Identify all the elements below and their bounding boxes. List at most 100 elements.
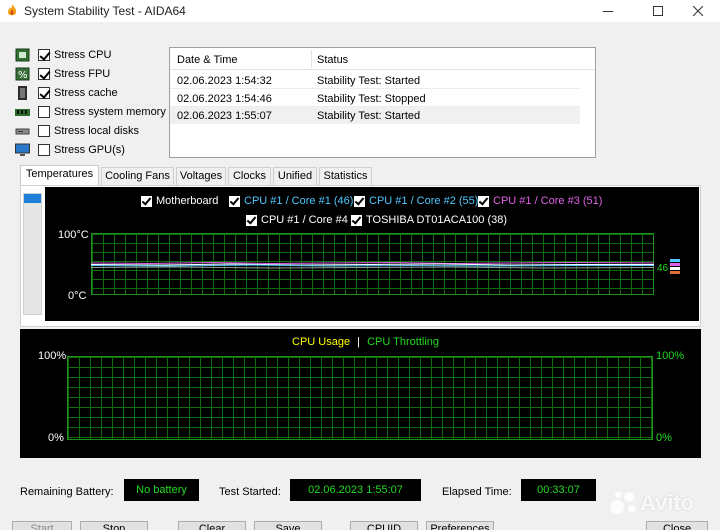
log-column-status[interactable]: Status (317, 54, 348, 66)
temp-axis-min: 0°C (68, 290, 87, 302)
close-icon (692, 6, 703, 16)
stress-disks-label: Stress local disks (54, 124, 139, 137)
tab-statistics[interactable]: Statistics (319, 167, 372, 185)
avito-logo-icon (610, 492, 636, 514)
legend-label: TOSHIBA DT01ACA100 (38) (366, 214, 508, 226)
cpu-title-separator: | (357, 336, 360, 348)
stress-cpu-option[interactable]: Stress CPU (15, 46, 175, 63)
log-status: Stability Test: Started (317, 75, 421, 87)
save-button[interactable]: Save (254, 521, 322, 530)
legend-checkbox[interactable] (141, 195, 152, 207)
log-time: 02.06.2023 1:55:07 (177, 110, 272, 122)
clear-button[interactable]: Clear (178, 521, 246, 530)
log-time: 02.06.2023 1:54:46 (177, 93, 272, 105)
stress-gpu-checkbox[interactable] (38, 143, 50, 156)
stress-gpu-label: Stress GPU(s) (54, 143, 125, 156)
legend-core1[interactable]: CPU #1 / Core #1 (46) (229, 195, 353, 207)
close-window-button[interactable] (675, 0, 720, 22)
cpu-usage-grid (67, 356, 653, 440)
cpu-chip-icon (15, 48, 30, 62)
cpu-usage-title: CPU Usage (292, 336, 351, 348)
legend-checkbox[interactable] (351, 214, 362, 226)
log-header: Date & Time Status (170, 48, 595, 70)
temperature-graph: Motherboard CPU #1 / Core #1 (46) CPU #1… (45, 187, 699, 321)
legend-checkbox[interactable] (229, 195, 240, 207)
legend-checkbox[interactable] (478, 195, 489, 207)
cpu-throttling-title: CPU Throttling (367, 336, 439, 348)
table-row[interactable]: 02.06.2023 1:55:07 Stability Test: Start… (170, 107, 580, 124)
tab-temperatures[interactable]: Temperatures (20, 165, 99, 186)
stress-cache-option[interactable]: Stress cache (15, 84, 175, 101)
temp-value-stack-icon (670, 259, 680, 274)
tab-cooling-fans[interactable]: Cooling Fans (101, 167, 174, 185)
legend-core3[interactable]: CPU #1 / Core #3 (51) (478, 195, 602, 207)
stress-memory-checkbox[interactable] (38, 105, 50, 118)
legend-label: CPU #1 / Core #4 (261, 214, 348, 226)
event-log-table[interactable]: Date & Time Status 02.06.2023 1:54:32 St… (169, 47, 596, 158)
hard-disk-icon (15, 124, 30, 138)
sensor-scrollbar[interactable] (23, 193, 42, 315)
stress-disks-option[interactable]: Stress local disks (15, 122, 175, 139)
title-bar: System Stability Test - AIDA64 (0, 0, 720, 22)
legend-label: Motherboard (156, 195, 219, 207)
stress-fpu-option[interactable]: % Stress FPU (15, 65, 175, 82)
preferences-button[interactable]: Preferences (426, 521, 494, 530)
log-time: 02.06.2023 1:54:32 (177, 75, 272, 87)
elapsed-time-label: Elapsed Time: (442, 486, 512, 498)
stress-gpu-option[interactable]: Stress GPU(s) (15, 141, 175, 158)
cpu-usage-graph: CPU Usage | CPU Throttling 100% 0% 100% … (20, 329, 701, 458)
legend-core2[interactable]: CPU #1 / Core #2 (55) (354, 195, 478, 207)
legend-label: CPU #1 / Core #3 (51) (493, 195, 603, 207)
minimize-icon (602, 11, 613, 12)
table-row[interactable]: 02.06.2023 1:54:46 Stability Test: Stopp… (170, 90, 580, 107)
sensor-scroll-thumb[interactable] (24, 194, 41, 203)
stop-button[interactable]: Stop (80, 521, 148, 530)
window-title: System Stability Test - AIDA64 (24, 4, 186, 18)
cpuid-button[interactable]: CPUID (350, 521, 418, 530)
aida64-flame-icon (7, 4, 17, 16)
stress-fpu-checkbox[interactable] (38, 67, 50, 80)
tab-unified[interactable]: Unified (273, 167, 317, 185)
minimize-button[interactable] (585, 0, 630, 22)
tab-clocks[interactable]: Clocks (228, 167, 271, 185)
battery-value: No battery (124, 479, 199, 501)
legend-checkbox[interactable] (246, 214, 257, 226)
stress-fpu-label: Stress FPU (54, 67, 111, 80)
stress-cpu-label: Stress CPU (54, 48, 112, 61)
stress-memory-label: Stress system memory (54, 105, 166, 118)
battery-label: Remaining Battery: (20, 486, 114, 498)
log-column-datetime[interactable]: Date & Time (177, 54, 238, 66)
stress-disks-checkbox[interactable] (38, 124, 50, 137)
cache-chip-icon (15, 85, 30, 100)
temp-current-value: 46 (657, 263, 669, 274)
memory-module-icon (15, 105, 30, 119)
legend-label: CPU #1 / Core #1 (46) (244, 195, 354, 207)
close-button[interactable]: Close (646, 521, 708, 530)
legend-motherboard[interactable]: Motherboard (141, 195, 218, 207)
stress-cache-label: Stress cache (54, 86, 118, 99)
start-button[interactable]: Start (12, 521, 72, 530)
tab-voltages[interactable]: Voltages (176, 167, 226, 185)
stress-cpu-checkbox[interactable] (38, 48, 50, 61)
legend-core4[interactable]: CPU #1 / Core #4 (246, 214, 348, 226)
stress-memory-option[interactable]: Stress system memory (15, 103, 175, 120)
temp-axis-max: 100°C (58, 229, 89, 241)
cpu-axis-right-min: 0% (656, 432, 672, 444)
stress-cache-checkbox[interactable] (38, 86, 50, 99)
monitor-icon (15, 143, 30, 157)
watermark: Avito (608, 490, 694, 516)
cpu-graph-title: CPU Usage | CPU Throttling (292, 336, 439, 348)
table-row[interactable]: 02.06.2023 1:54:32 Stability Test: Start… (170, 72, 580, 89)
log-status: Stability Test: Started (317, 110, 421, 122)
legend-toshiba-disk[interactable]: TOSHIBA DT01ACA100 (38) (351, 214, 507, 226)
test-started-label: Test Started: (219, 486, 281, 498)
temperature-lines (91, 261, 654, 269)
maximize-icon (652, 6, 663, 16)
cpu-axis-right-max: 100% (656, 350, 685, 362)
svg-text:%: % (18, 70, 28, 81)
fpu-percent-icon: % (15, 67, 30, 81)
maximize-button[interactable] (635, 0, 680, 22)
cpu-axis-left-max: 100% (38, 350, 67, 362)
watermark-text: Avito (640, 490, 695, 515)
legend-checkbox[interactable] (354, 195, 365, 207)
